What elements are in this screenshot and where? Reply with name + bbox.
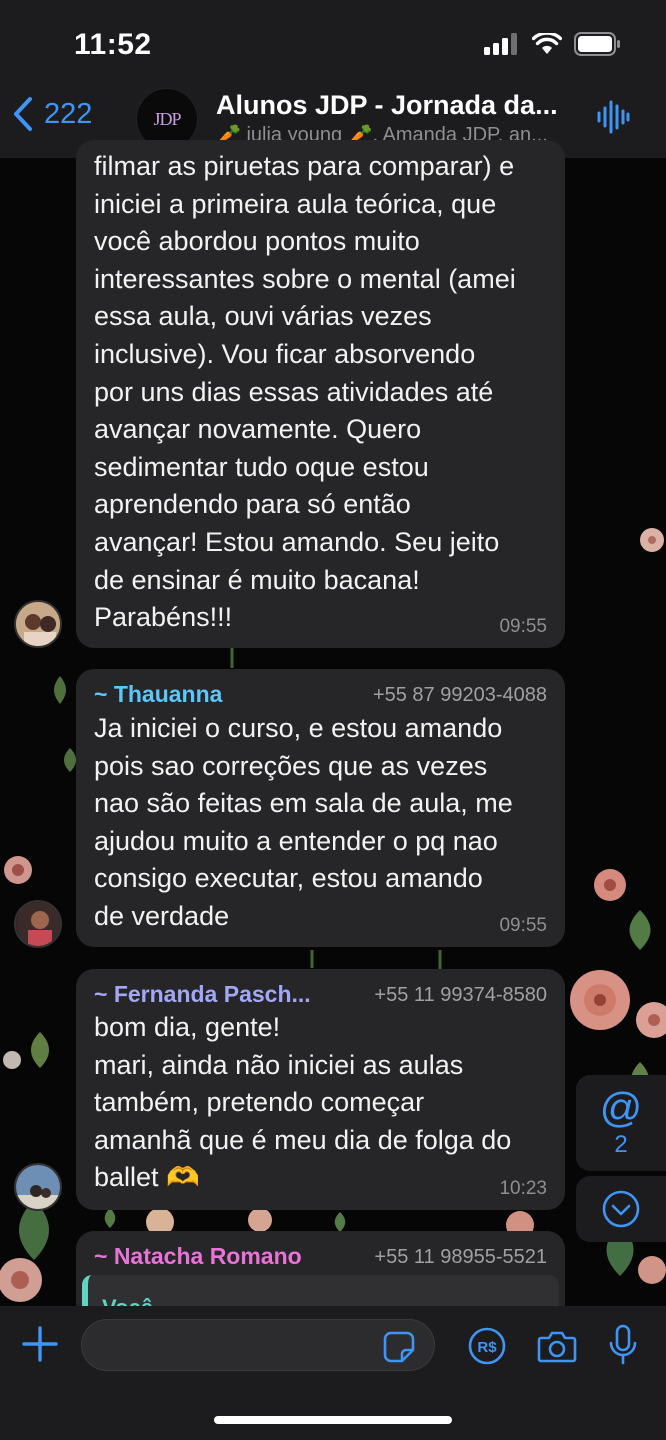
sender-phone[interactable]: +55 11 99374-8580	[374, 984, 547, 1007]
group-avatar-logo: JDP	[153, 108, 181, 129]
camera-button[interactable]	[537, 1328, 577, 1369]
status-bar: 11:52	[0, 0, 666, 88]
wifi-icon	[532, 33, 562, 54]
home-indicator	[214, 1416, 452, 1424]
message-text: Ja iniciei o curso, e estou amando pois …	[94, 713, 513, 931]
message-bubble[interactable]: filmar as piruetas para comparar) e inic…	[76, 140, 565, 648]
brl-payment-icon: R$	[468, 1327, 506, 1365]
message-bubble[interactable]: ~ Fernanda Pasch... +55 11 99374-8580 bo…	[76, 969, 565, 1210]
chevron-down-circle-icon	[602, 1190, 640, 1228]
message-text: filmar as piruetas para comparar) e inic…	[94, 151, 516, 633]
chevron-left-icon	[14, 97, 32, 131]
sender-phone[interactable]: +55 87 99203-4088	[373, 684, 547, 707]
audio-waveform-icon	[597, 100, 630, 134]
message-time: 09:55	[499, 915, 547, 936]
attach-button[interactable]	[20, 1324, 60, 1369]
microphone-icon	[609, 1324, 637, 1365]
battery-icon	[574, 32, 620, 56]
unread-count: 222	[44, 97, 93, 130]
back-button[interactable]: 222	[12, 96, 92, 132]
sender-avatar[interactable]	[14, 900, 62, 948]
sender-avatar[interactable]	[14, 1163, 62, 1211]
payment-button[interactable]: R$	[467, 1326, 507, 1371]
scroll-to-bottom-button[interactable]	[576, 1176, 666, 1242]
sender-phone[interactable]: +55 11 98955-5521	[374, 1246, 547, 1269]
cellular-signal-icon	[484, 33, 517, 55]
plus-icon	[22, 1326, 58, 1362]
svg-text:R$: R$	[477, 1339, 497, 1356]
sender-name[interactable]: ~ Natacha Romano	[94, 1243, 302, 1270]
message-text: bom dia, gente! mari, ainda não iniciei …	[94, 1012, 512, 1193]
sender-avatar[interactable]	[14, 600, 62, 648]
at-icon: @	[599, 1084, 643, 1131]
microphone-button[interactable]	[607, 1324, 639, 1371]
voice-chat-button[interactable]	[596, 100, 630, 139]
message-bubble[interactable]: ~ Thauanna +55 87 99203-4088 Ja iniciei …	[76, 669, 565, 947]
group-title[interactable]: Alunos JDP - Jornada da...	[216, 90, 566, 121]
status-icons	[484, 32, 622, 56]
sender-name[interactable]: ~ Thauanna	[94, 681, 222, 708]
mentions-button[interactable]: @ 2	[576, 1075, 666, 1171]
sticker-button[interactable]	[382, 1330, 416, 1369]
sender-name[interactable]: ~ Fernanda Pasch...	[94, 981, 311, 1008]
mention-count: 2	[614, 1131, 628, 1158]
message-time: 09:55	[499, 616, 547, 637]
message-time: 10:23	[499, 1178, 547, 1199]
sticker-icon	[383, 1331, 415, 1363]
camera-icon	[537, 1331, 577, 1363]
status-time: 11:52	[74, 28, 152, 61]
